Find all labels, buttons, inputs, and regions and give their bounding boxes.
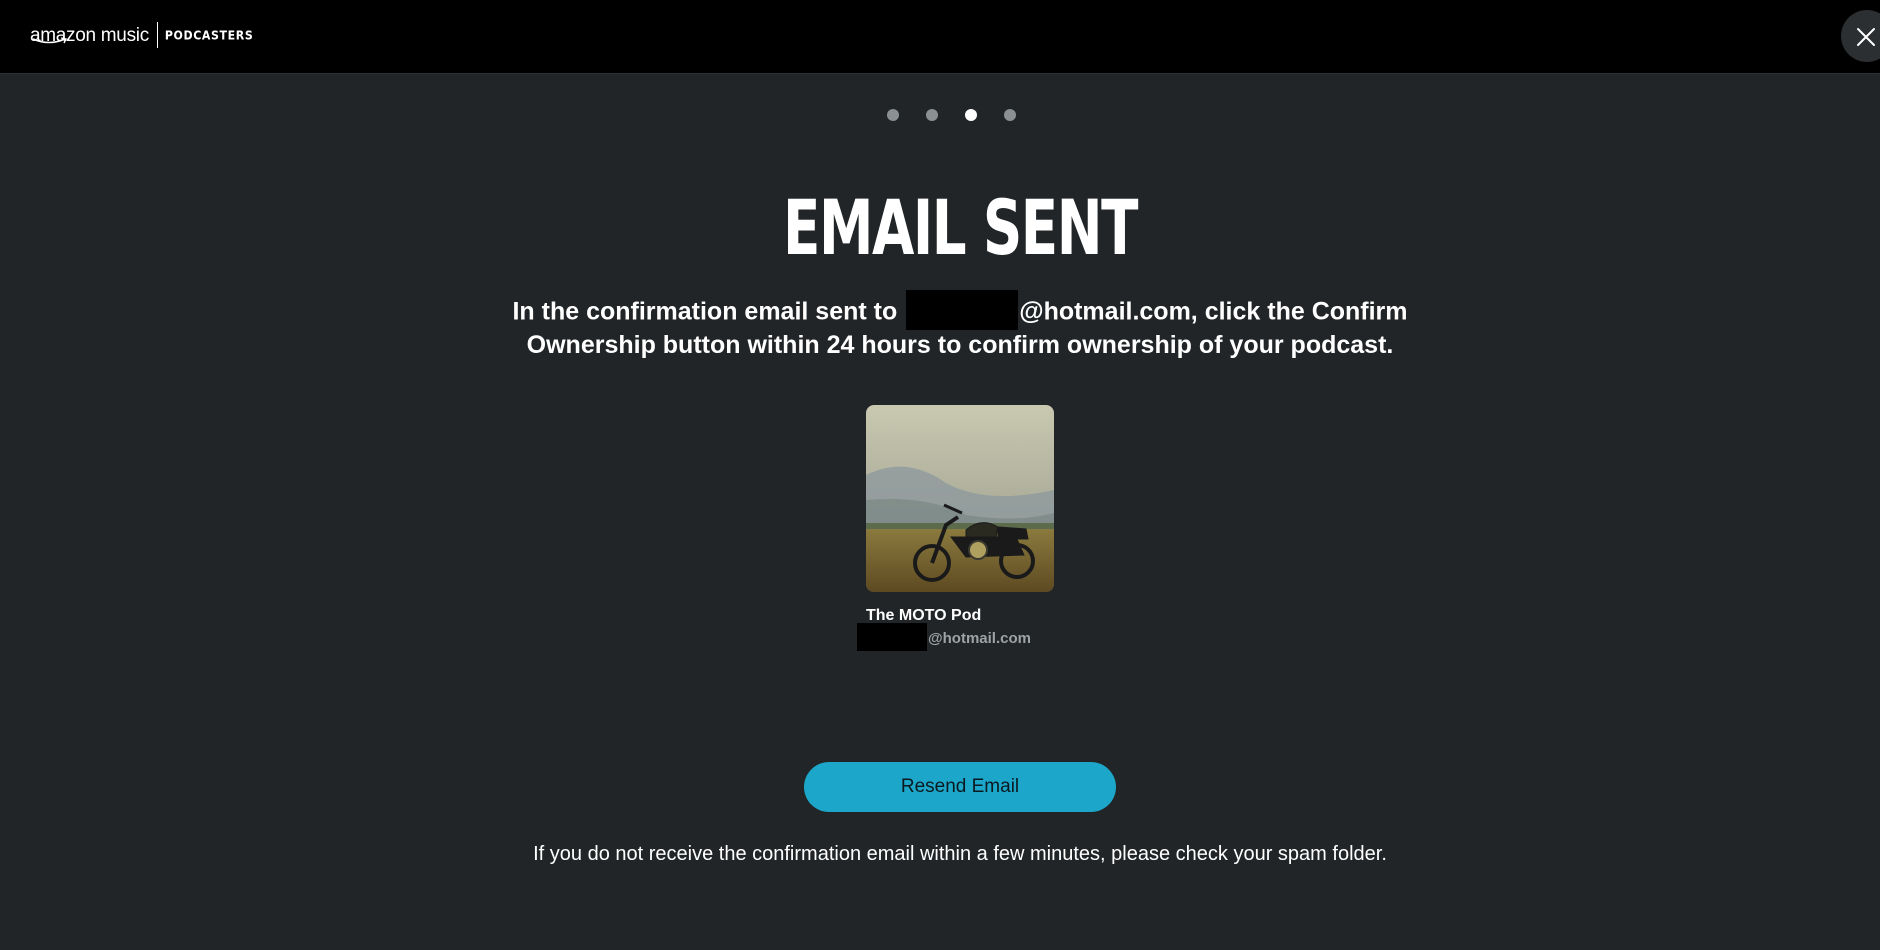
spam-folder-note: If you do not receive the confirmation e… [533,843,1387,865]
amazon-music-podcasters-logo[interactable]: amazon music PODCASTERS [30,20,253,50]
step-dot-2[interactable] [925,109,938,121]
step-indicator [0,109,1880,121]
podcast-cover-image [866,405,1054,592]
close-icon [1857,28,1875,46]
top-bar: amazon music PODCASTERS [0,0,1880,74]
step-dot-4[interactable] [1003,109,1016,121]
podcast-email-domain: @hotmail.com [928,630,1031,647]
message-prefix: In the confirmation email sent to [512,297,898,326]
step-dot-3[interactable] [964,109,977,121]
page-title: EMAIL SENT [783,183,1138,272]
logo-divider [156,22,158,48]
step-dot-1[interactable] [886,109,899,121]
resend-email-button[interactable]: Resend Email [804,762,1116,812]
logo-subtitle: PODCASTERS [164,27,254,43]
podcast-card: The MOTO Pod @hotmail.com [857,405,1054,652]
amazon-smile-icon [32,37,68,44]
redacted-email-user [857,623,927,652]
podcast-email: @hotmail.com [857,623,1054,652]
redacted-email-user [906,290,1019,330]
close-button[interactable] [1841,10,1880,62]
confirmation-message: In the confirmation email sent to @hotma… [480,290,1440,361]
